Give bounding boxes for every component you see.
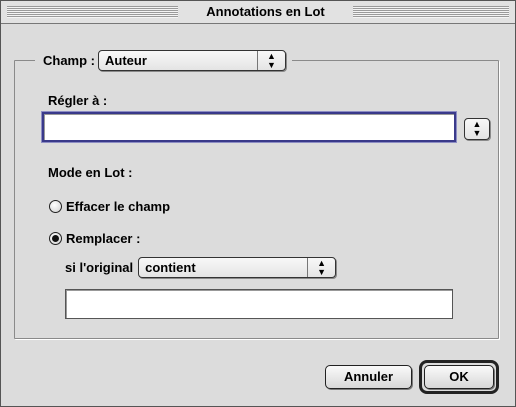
up-down-arrows-icon: ▲ ▼ bbox=[257, 50, 285, 70]
window-title: Annotations en Lot bbox=[178, 3, 353, 21]
condition-label: si l'original bbox=[65, 260, 134, 275]
condition-text-field[interactable] bbox=[65, 289, 453, 319]
champ-row: Champ : Auteur ▲ ▼ bbox=[35, 48, 292, 72]
title-bar-stripes-left bbox=[7, 6, 178, 18]
set-to-field[interactable] bbox=[41, 111, 457, 143]
clear-field-option[interactable]: Effacer le champ bbox=[49, 199, 170, 214]
up-down-arrows-icon: ▲ ▼ bbox=[307, 258, 335, 277]
condition-row: si l'original contient ▲ ▼ bbox=[65, 257, 337, 278]
set-to-values-popup[interactable]: ▲ ▼ bbox=[464, 118, 490, 140]
condition-popup-menu[interactable]: contient ▲ ▼ bbox=[138, 257, 337, 278]
condition-popup-value: contient bbox=[145, 260, 196, 275]
clear-field-label: Effacer le champ bbox=[66, 199, 171, 214]
title-bar-stripes-right bbox=[353, 6, 509, 18]
champ-popup-menu[interactable]: Auteur ▲ ▼ bbox=[98, 49, 286, 71]
batch-annotations-dialog: Annotations en Lot Champ : Auteur ▲ ▼ Rég… bbox=[0, 0, 516, 407]
ok-button[interactable]: OK bbox=[424, 365, 494, 389]
replace-label: Remplacer : bbox=[66, 231, 141, 246]
down-arrow-icon: ▼ bbox=[472, 128, 482, 138]
cancel-button[interactable]: Annuler bbox=[325, 365, 412, 389]
set-to-label: Régler à : bbox=[48, 93, 108, 108]
champ-label: Champ : bbox=[43, 52, 95, 68]
batch-mode-label: Mode en Lot : bbox=[48, 165, 133, 180]
radio-button-icon[interactable] bbox=[49, 232, 62, 245]
radio-button-icon[interactable] bbox=[49, 200, 62, 213]
champ-popup-value: Auteur bbox=[105, 52, 147, 68]
title-bar[interactable]: Annotations en Lot bbox=[1, 1, 515, 24]
replace-option[interactable]: Remplacer : bbox=[49, 231, 140, 246]
